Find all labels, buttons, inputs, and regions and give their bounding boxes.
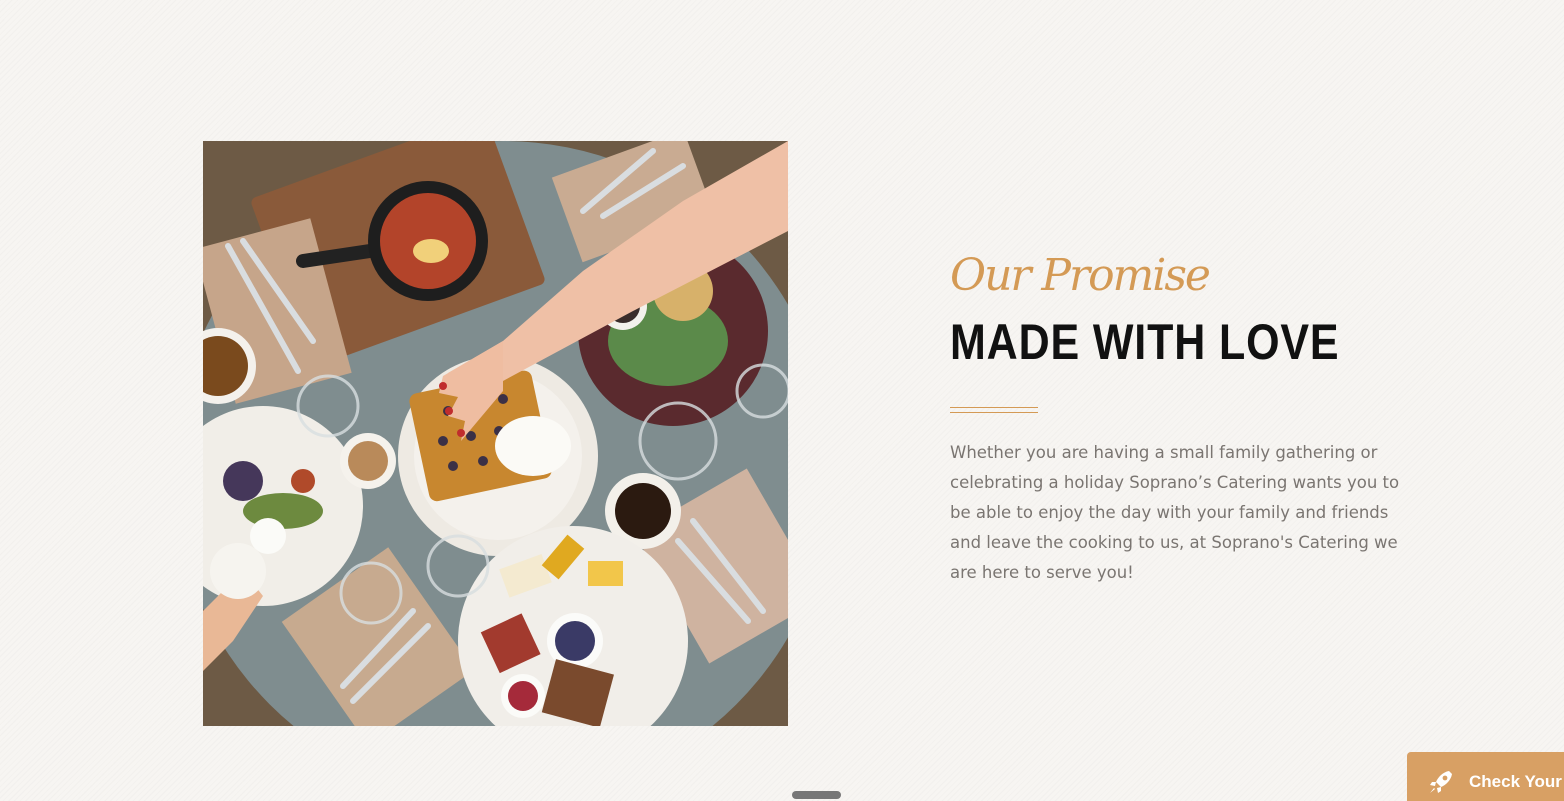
cta-label: Check Your: [1469, 772, 1562, 791]
script-title: Our Promise: [950, 250, 1211, 301]
check-your-button[interactable]: Check Your: [1407, 752, 1564, 801]
promise-section: Our Promise MADE WITH LOVE Whether you a…: [950, 245, 1420, 605]
section-description: Whether you are having a small family ga…: [950, 443, 1400, 582]
scroll-handle[interactable]: [792, 791, 841, 799]
section-title: MADE WITH LOVE: [950, 314, 1340, 370]
rocket-icon: [1427, 768, 1455, 796]
food-table-photo: [203, 141, 788, 726]
title-divider: [950, 407, 1038, 413]
